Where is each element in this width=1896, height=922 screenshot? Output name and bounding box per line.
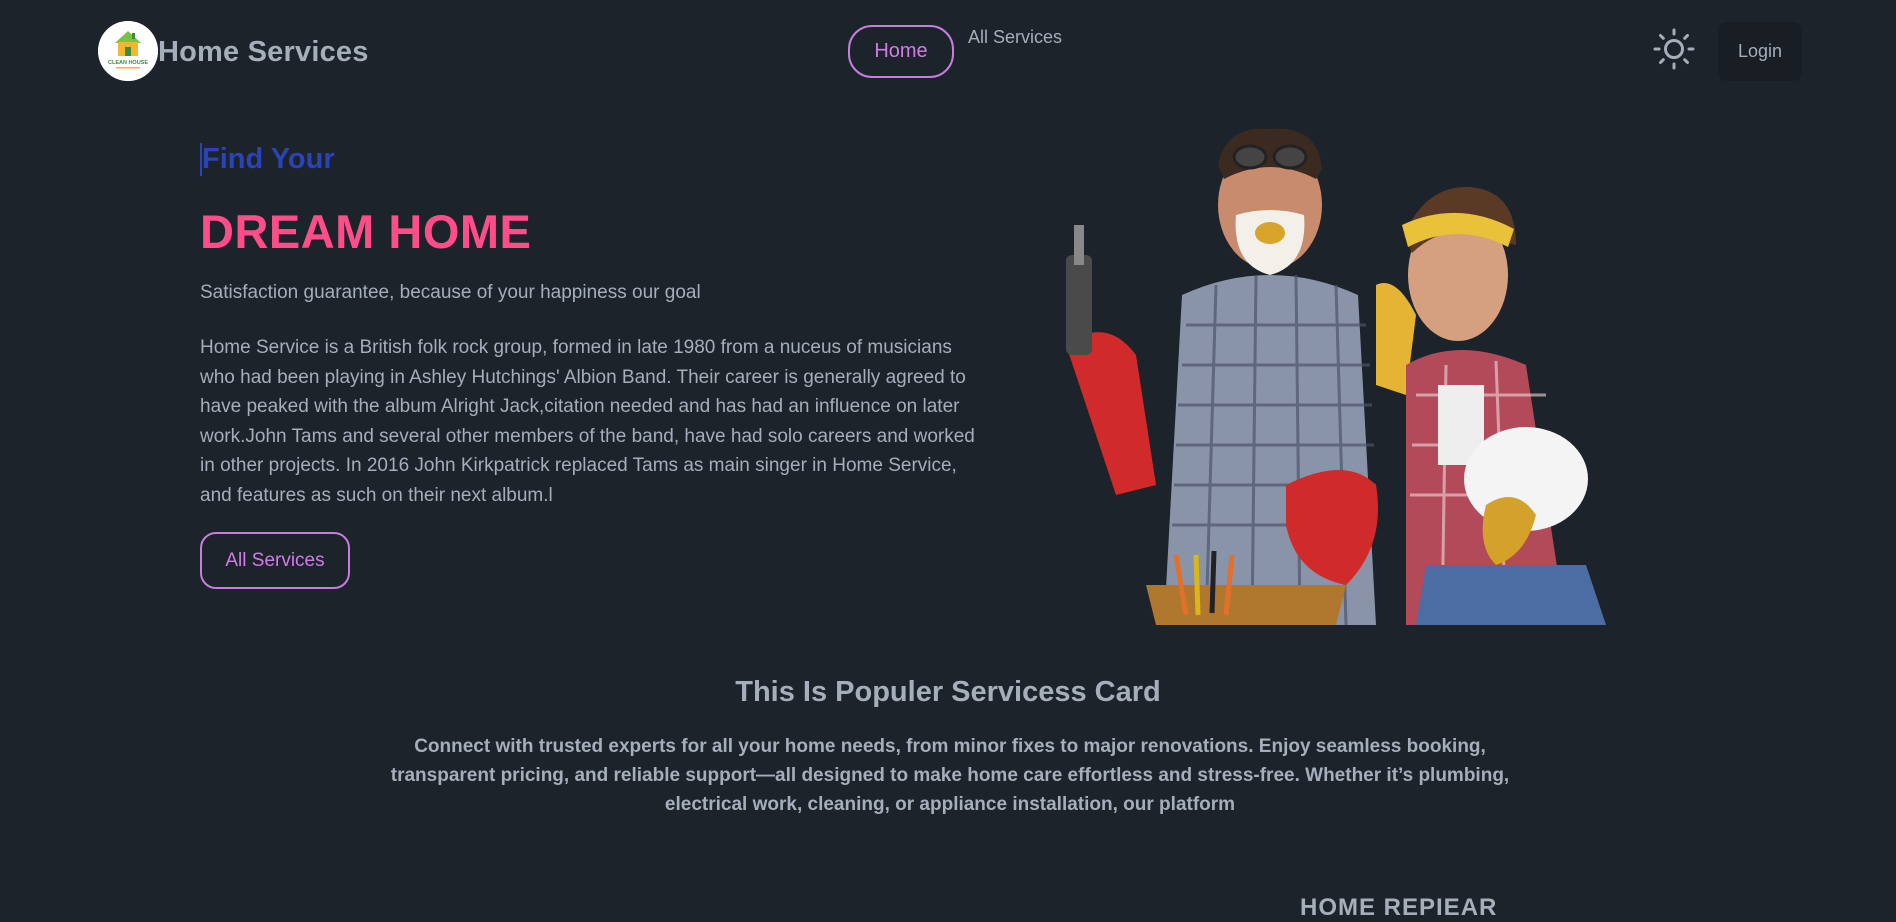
hero-all-services-button[interactable]: All Services xyxy=(200,532,350,589)
hero-subtitle: Satisfaction guarantee, because of your … xyxy=(200,282,701,303)
hero-headline: DREAM HOME xyxy=(200,205,532,258)
popular-section-description: Connect with trusted experts for all you… xyxy=(390,736,1510,815)
hero-paragraph: Home Service is a British folk rock grou… xyxy=(200,337,975,506)
logo[interactable]: CLEAN HOUSE xyxy=(98,21,158,81)
hero-eyebrow: Find Your xyxy=(200,143,335,176)
sun-icon[interactable] xyxy=(1652,27,1696,71)
service-card-title: HOME REPIEAR xyxy=(1300,894,1498,921)
workers-hero-image xyxy=(1046,125,1686,626)
logo-text: CLEAN HOUSE xyxy=(108,60,148,66)
navbar: CLEAN HOUSE Home Services Home All Servi… xyxy=(0,0,1896,104)
popular-section-title: This Is Populer Servicess Card xyxy=(735,676,1161,708)
brand-title[interactable]: Home Services xyxy=(158,36,369,69)
login-button[interactable]: Login xyxy=(1718,22,1802,81)
house-logo-icon: CLEAN HOUSE xyxy=(98,21,158,81)
nav-home-button[interactable]: Home xyxy=(848,25,954,78)
nav-all-services-link[interactable]: All Services xyxy=(968,27,1062,48)
